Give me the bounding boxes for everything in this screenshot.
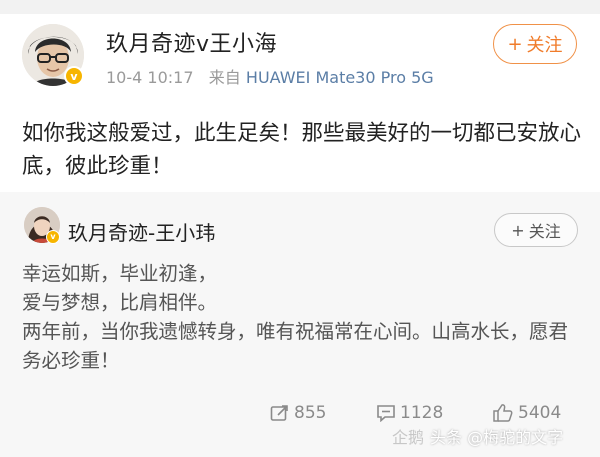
post-meta: 10-4 10:17 来自 HUAWEI Mate30 Pro 5G — [106, 64, 434, 88]
plus-icon: + — [507, 33, 523, 55]
plus-icon: + — [511, 220, 525, 240]
comment-count-button[interactable]: 1128 — [376, 400, 443, 426]
verified-badge-icon: v — [46, 230, 60, 244]
comment-count: 1128 — [400, 403, 444, 423]
repost-line: 爱与梦想，比肩相伴。 — [22, 291, 218, 314]
post-time: 10-4 10:17 — [106, 68, 194, 87]
like-count: 5404 — [518, 403, 562, 423]
repost-line: 两年前，当你我遗憾转身，唯有祝福常在心间。山高水长，愿君务必珍重！ — [22, 320, 569, 372]
watermark-brand: 企鹅 — [392, 428, 425, 447]
follow-label: 关注 — [528, 222, 561, 241]
repost-line: 幸运如斯，毕业初逢， — [22, 262, 218, 285]
top-gap — [0, 0, 600, 14]
repost-follow-button[interactable]: + 关注 — [494, 213, 578, 247]
follow-label: 关注 — [526, 35, 563, 56]
watermark: 企鹅 头条 @梅驼的文字 — [392, 424, 563, 448]
verified-badge-icon: v — [64, 66, 84, 86]
repost-count-button[interactable]: 855 — [270, 400, 326, 426]
repost-count: 855 — [294, 403, 327, 423]
follow-button[interactable]: + 关注 — [493, 24, 577, 64]
comment-icon — [377, 405, 395, 422]
share-icon — [270, 405, 288, 421]
post-content: 如你我这般爱过，此生足矣！那些最美好的一切都已安放心底，彼此珍重！ — [22, 121, 582, 179]
device-link[interactable]: HUAWEI Mate30 Pro 5G — [246, 68, 434, 87]
repost-content: 幸运如斯，毕业初逢， 爱与梦想，比肩相伴。 两年前，当你我遗憾转身，唯有祝福常在… — [22, 259, 582, 375]
like-count-button[interactable]: 5404 — [492, 400, 561, 426]
source-prefix: 来自 — [208, 68, 241, 87]
watermark-text: 头条 @梅驼的文字 — [430, 428, 564, 447]
post-username[interactable]: 玖月奇迹v王小海 — [106, 26, 277, 58]
repost-username[interactable]: 玖月奇迹-王小玮 — [68, 217, 215, 246]
thumbs-up-icon — [493, 404, 513, 422]
